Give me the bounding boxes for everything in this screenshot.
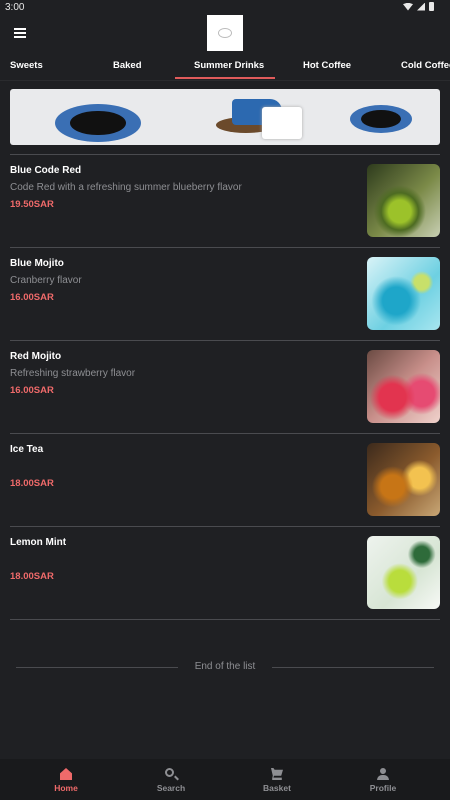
status-icons [403, 2, 434, 11]
tab-cold-coffee[interactable]: Cold Coffee [401, 56, 450, 80]
nav-home[interactable]: Home [10, 759, 122, 800]
category-tabs: Sweets Baked Summer Drinks Hot Coffee Co… [0, 56, 450, 80]
active-tab-indicator [175, 77, 275, 79]
bottom-nav: Home Search Basket Profile [0, 759, 450, 800]
item-price: 18.00SAR [10, 478, 54, 489]
home-icon [60, 768, 72, 780]
item-name: Ice Tea [10, 444, 44, 455]
nav-basket[interactable]: Basket [221, 759, 333, 800]
item-name: Blue Mojito [10, 258, 64, 269]
item-description: Cranberry flavor [10, 275, 82, 286]
coffee-cup-image [55, 104, 141, 142]
list-item[interactable]: Lemon Mint 18.00SAR [10, 527, 440, 620]
wifi-icon [403, 2, 413, 11]
list-item[interactable]: Blue Mojito Cranberry flavor 16.00SAR [10, 248, 440, 341]
signal-icon [417, 2, 425, 11]
status-time: 3:00 [5, 2, 25, 13]
promo-banner[interactable] [10, 89, 440, 145]
item-image [367, 350, 440, 423]
item-image [367, 164, 440, 237]
logo-mark-icon [218, 28, 232, 38]
tab-sweets[interactable]: Sweets [10, 56, 43, 80]
tabs-divider [0, 80, 450, 81]
item-price: 16.00SAR [10, 385, 54, 396]
battery-icon [429, 2, 434, 11]
nav-search[interactable]: Search [115, 759, 227, 800]
menu-icon[interactable] [14, 28, 26, 38]
nav-basket-label: Basket [263, 783, 291, 793]
item-image [367, 257, 440, 330]
item-name: Red Mojito [10, 351, 62, 362]
item-description: Refreshing strawberry flavor [10, 368, 136, 379]
tab-hot-coffee[interactable]: Hot Coffee [303, 56, 351, 80]
item-price: 16.00SAR [10, 292, 54, 303]
item-image [367, 443, 440, 516]
nav-home-label: Home [54, 783, 78, 793]
search-icon [165, 768, 174, 777]
tab-baked[interactable]: Baked [113, 56, 142, 80]
list-item[interactable]: Ice Tea 18.00SAR [10, 434, 440, 527]
nav-search-label: Search [156, 783, 186, 793]
item-description: Code Red with a refreshing summer bluebe… [10, 182, 242, 193]
item-image [367, 536, 440, 609]
nav-profile[interactable]: Profile [327, 759, 439, 800]
brand-logo [207, 15, 243, 51]
item-price: 19.50SAR [10, 199, 54, 210]
coffee-cup-image [350, 105, 412, 133]
list-item[interactable]: Red Mojito Refreshing strawberry flavor … [10, 341, 440, 434]
list-item[interactable]: Blue Code Red Code Red with a refreshing… [10, 155, 440, 248]
item-name: Blue Code Red [10, 165, 82, 176]
end-divider-right [272, 667, 434, 668]
item-name: Lemon Mint [10, 537, 67, 548]
coffee-box-image [262, 107, 302, 139]
top-bar [0, 14, 450, 54]
nav-profile-label: Profile [369, 783, 397, 793]
profile-icon [377, 768, 389, 780]
item-divider [10, 619, 440, 620]
item-price: 18.00SAR [10, 571, 54, 582]
basket-icon [271, 768, 283, 780]
